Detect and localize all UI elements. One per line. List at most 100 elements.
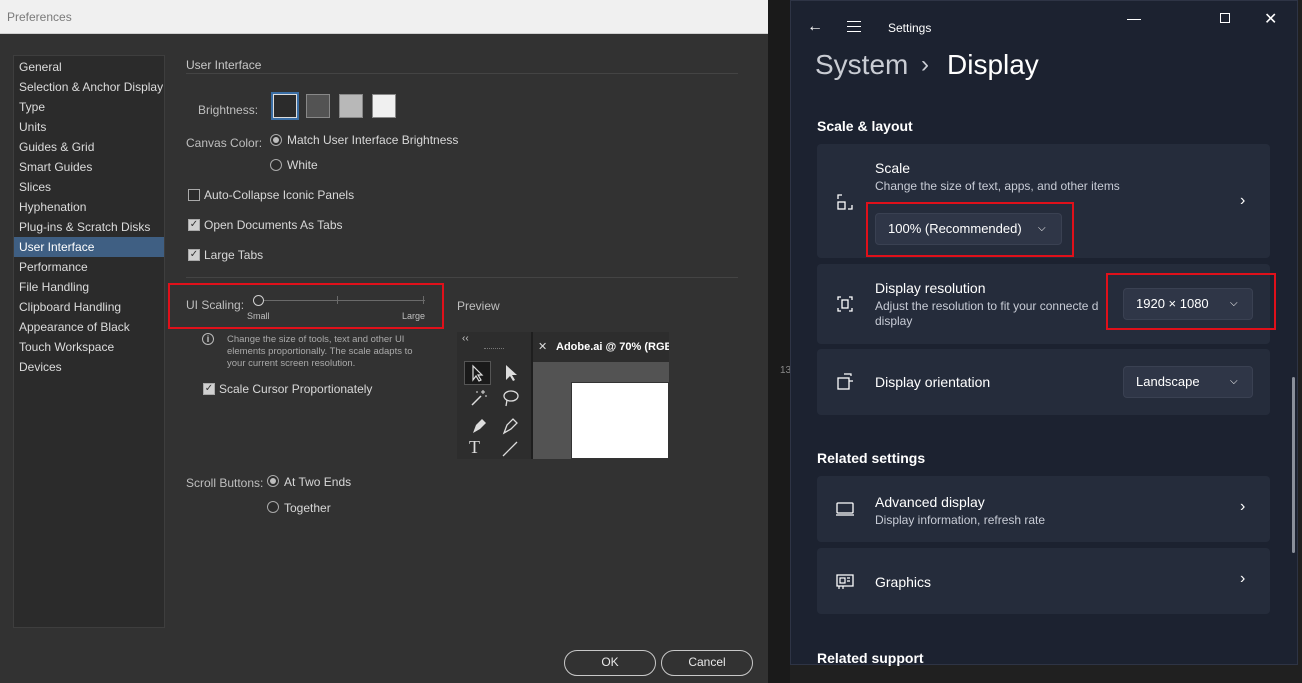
monitor-icon <box>836 502 854 516</box>
chevron-down-icon: ⌵ <box>1230 376 1238 387</box>
brightness-swatch[interactable] <box>306 94 330 118</box>
preview-canvas <box>533 362 669 459</box>
scale-cursor-checkbox[interactable]: ✓ <box>203 383 215 395</box>
sidebar-item[interactable]: Selection & Anchor Display <box>14 77 164 97</box>
large-tabs-checkbox[interactable]: ✓ <box>188 249 200 261</box>
brightness-swatch[interactable] <box>273 94 297 118</box>
sidebar-item[interactable]: General <box>14 57 164 77</box>
scale-cursor-label: Scale Cursor Proportionately <box>219 382 373 396</box>
ui-scaling-label: UI Scaling: <box>186 298 245 312</box>
preview-label: Preview <box>457 299 500 313</box>
sidebar-item[interactable]: Guides & Grid <box>14 137 164 157</box>
close-tab-icon: ✕ <box>538 341 548 353</box>
app-title: Settings <box>888 21 932 35</box>
ui-scaling-slider[interactable] <box>253 295 425 309</box>
orientation-card: Display orientation Landscape ⌵ <box>817 349 1270 415</box>
type-tool-icon: T <box>469 437 480 457</box>
canvas-white-radio[interactable] <box>270 159 282 171</box>
breadcrumb-parent[interactable]: System <box>815 49 908 81</box>
grip-icon <box>484 348 504 350</box>
direct-selection-tool-icon <box>506 365 517 381</box>
scale-highlight <box>866 202 1074 257</box>
sidebar-item[interactable]: Devices <box>14 357 164 377</box>
canvas-match-label: Match User Interface Brightness <box>287 133 459 147</box>
brightness-swatch[interactable] <box>372 94 396 118</box>
graphics-title: Graphics <box>875 574 932 590</box>
auto-collapse-label: Auto-Collapse Iconic Panels <box>204 188 355 202</box>
sidebar-item[interactable]: File Handling <box>14 277 164 297</box>
scroll-two-ends-label: At Two Ends <box>284 475 352 489</box>
preview-toolbar: ‹‹ T <box>457 332 531 459</box>
sidebar-item[interactable]: Units <box>14 117 164 137</box>
ok-button[interactable]: OK <box>564 650 656 676</box>
settings-window: ← Settings ✕ System › Display Scale & la… <box>790 0 1298 666</box>
graphics-card[interactable]: Graphics › <box>817 548 1270 614</box>
related-support-heading: Related support <box>817 650 924 666</box>
canvas-match-radio[interactable] <box>270 134 282 146</box>
magic-wand-tool-icon <box>471 390 487 406</box>
selection-tool-icon <box>464 361 491 385</box>
sidebar-item[interactable]: Type <box>14 97 164 117</box>
close-icon[interactable]: ✕ <box>1264 9 1277 29</box>
large-tabs-label: Large Tabs <box>204 248 264 262</box>
preferences-sidebar: General Selection & Anchor Display Type Uni… <box>13 55 165 628</box>
graphics-card-icon <box>836 574 854 589</box>
divider <box>186 73 738 74</box>
resolution-title: Display resolution <box>875 280 986 296</box>
open-docs-tabs-label: Open Documents As Tabs <box>204 218 343 232</box>
scale-large-label: Large <box>402 311 426 321</box>
info-icon: i <box>202 333 214 345</box>
sidebar-item[interactable]: Appearance of Black <box>14 317 164 337</box>
preview-tab-title: Adobe.ai @ 70% (RGB/ <box>556 341 669 353</box>
auto-collapse-checkbox[interactable] <box>188 189 200 201</box>
cancel-button[interactable]: Cancel <box>661 650 753 676</box>
scroll-together-label: Together <box>284 501 331 515</box>
chevron-right-icon: › <box>1240 192 1246 209</box>
advanced-display-title: Advanced display <box>875 494 985 510</box>
hamburger-menu-icon[interactable] <box>847 21 861 32</box>
sidebar-item[interactable]: Slices <box>14 177 164 197</box>
scale-title: Scale <box>875 160 911 176</box>
dialog-title: Preferences <box>0 0 768 34</box>
sidebar-item[interactable]: Touch Workspace <box>14 337 164 357</box>
resolution-icon <box>837 296 853 312</box>
scale-layout-heading: Scale & layout <box>817 118 913 134</box>
canvas-color-label: Canvas Color: <box>186 136 263 150</box>
slider-track <box>253 300 425 301</box>
chevron-right-icon: › <box>1240 570 1246 587</box>
chevron-right-icon: › <box>1240 498 1246 515</box>
brightness-swatch[interactable] <box>339 94 363 118</box>
collapse-icon: ‹‹ <box>462 333 469 344</box>
maximize-icon[interactable] <box>1220 13 1230 23</box>
scale-subtitle: Change the size of text, apps, and other… <box>875 179 1120 193</box>
advanced-display-card[interactable]: Advanced display Display information, re… <box>817 476 1270 542</box>
scrollbar[interactable] <box>1292 377 1295 553</box>
scroll-together-radio[interactable] <box>267 501 279 513</box>
ui-scaling-info: Change the size of tools, text and other… <box>227 334 413 369</box>
open-docs-tabs-checkbox[interactable]: ✓ <box>188 219 200 231</box>
slider-tick <box>337 296 338 304</box>
breadcrumb-separator: › <box>921 51 929 78</box>
sidebar-item[interactable]: Smart Guides <box>14 157 164 177</box>
slider-thumb[interactable] <box>253 295 264 306</box>
line-tool-icon <box>502 441 518 457</box>
sidebar-item[interactable]: Plug-ins & Scratch Disks <box>14 217 164 237</box>
lasso-tool-icon <box>503 390 519 407</box>
sidebar-item[interactable]: User Interface <box>14 237 164 257</box>
scroll-two-ends-radio[interactable] <box>267 475 279 487</box>
scale-icon <box>837 194 853 210</box>
scale-small-label: Small <box>247 311 270 321</box>
orientation-dropdown[interactable]: Landscape ⌵ <box>1123 366 1253 398</box>
orientation-title: Display orientation <box>875 374 991 390</box>
resolution-highlight <box>1106 273 1276 330</box>
sidebar-item[interactable]: Clipboard Handling <box>14 297 164 317</box>
sidebar-item[interactable]: Performance <box>14 257 164 277</box>
orientation-value: Landscape <box>1136 374 1200 389</box>
resolution-subtitle: Adjust the resolution to fit your connec… <box>875 299 1099 328</box>
page-title: Display <box>947 49 1039 80</box>
sidebar-item[interactable]: Hyphenation <box>14 197 164 217</box>
ui-preview: ‹‹ T ✕ Adobe.ai @ 70% (RGB/ <box>457 332 669 459</box>
minimize-icon[interactable] <box>1127 19 1141 20</box>
back-arrow-icon[interactable]: ← <box>807 18 823 36</box>
orientation-icon <box>837 373 853 390</box>
